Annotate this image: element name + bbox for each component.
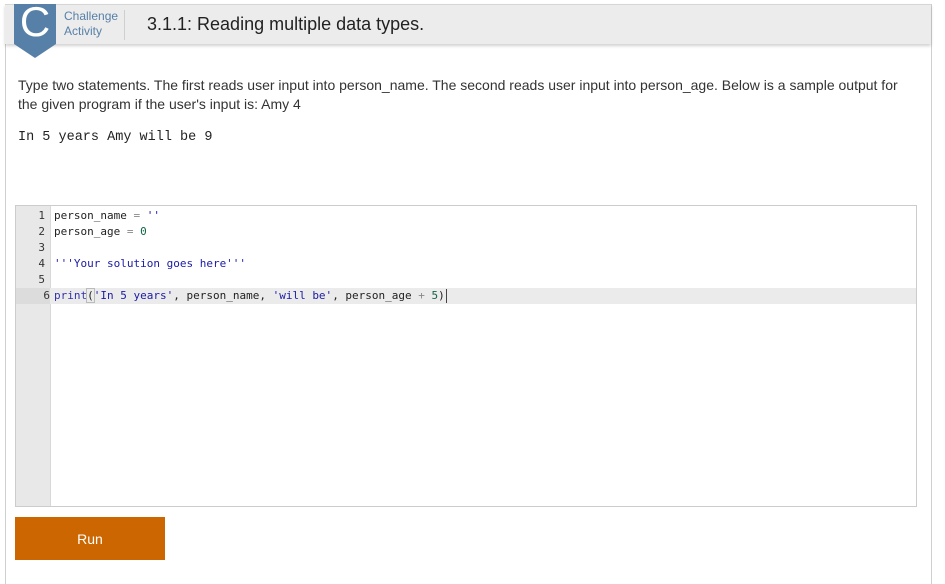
line-number: 5 (38, 273, 45, 286)
text-cursor (445, 289, 447, 303)
code-token: '' (146, 209, 160, 222)
code-token: 0 (140, 225, 147, 238)
code-text: print('In 5 years', person_name, 'will b… (54, 288, 447, 304)
code-token: , person_name, (173, 289, 273, 302)
code-token: '''Your solution goes here''' (54, 257, 247, 270)
line-number: 1 (38, 209, 45, 222)
run-button[interactable]: Run (15, 517, 165, 560)
line-number: 2 (38, 225, 45, 238)
instructions-text: Type two statements. The first reads use… (18, 77, 898, 112)
code-token: + (418, 289, 425, 302)
code-token: ) (438, 289, 445, 302)
code-token: ( (86, 288, 95, 303)
code-line[interactable]: 3 (16, 240, 916, 256)
activity-type-line1: Challenge (64, 9, 119, 23)
line-number: 3 (38, 241, 45, 254)
activity-title: 3.1.1: Reading multiple data types. (147, 14, 425, 34)
challenge-badge-letter: C (19, 0, 51, 45)
code-token: person_name (54, 209, 134, 222)
code-text: person_age = 0 (54, 224, 147, 240)
code-lines[interactable]: 1 person_name = '' 2 person_age = 0 3 4 '''You… (16, 208, 916, 304)
code-text: '''Your solution goes here''' (54, 256, 246, 272)
code-text: person_name = '' (54, 208, 160, 224)
sample-output: In 5 years Amy will be 9 (18, 130, 213, 145)
code-line[interactable]: 4 '''Your solution goes here''' (16, 256, 916, 272)
code-line[interactable]: 6 print('In 5 years', person_name, 'will … (16, 288, 916, 304)
code-editor[interactable]: 1 person_name = '' 2 person_age = 0 3 4 '''You… (15, 205, 917, 507)
activity-header (5, 4, 931, 44)
code-line[interactable]: 1 person_name = '' (16, 208, 916, 224)
code-token: , person_age (332, 289, 419, 302)
code-line[interactable]: 2 person_age = 0 (16, 224, 916, 240)
activity-type-label: Challenge Activity (64, 9, 118, 39)
code-token: 'In 5 years' (93, 289, 174, 302)
code-token: person_age (54, 225, 127, 238)
line-number: 4 (38, 257, 45, 270)
code-token: 'will be' (272, 289, 333, 302)
challenge-badge-point (14, 44, 56, 58)
line-number: 6 (16, 288, 50, 304)
code-line[interactable]: 5 (16, 272, 916, 288)
code-token: print (54, 289, 88, 302)
activity-type-line2: Activity (64, 24, 103, 38)
header-divider (124, 10, 125, 40)
